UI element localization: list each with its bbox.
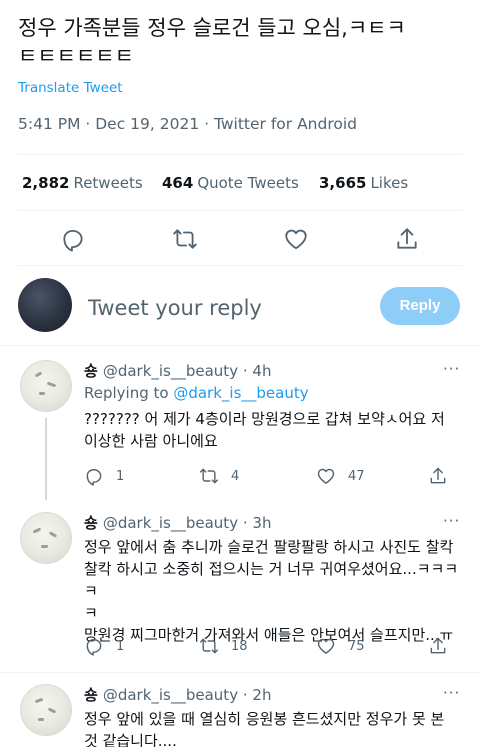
more-icon[interactable]: ··· xyxy=(443,512,460,530)
more-icon[interactable]: ··· xyxy=(443,360,460,378)
tweet-text-line: 정우 가족분들 정우 슬로건 들고 오심,ㅋㅌㅋ xyxy=(18,16,406,40)
likes-stat[interactable]: 3,665 Likes xyxy=(319,174,408,192)
reply-button[interactable]: Reply xyxy=(380,287,460,325)
reply-icon[interactable] xyxy=(60,226,86,252)
likes-label: Likes xyxy=(370,174,409,192)
reply-header: 숑 @dark_is__beauty · 3h xyxy=(84,512,271,533)
reply-like-button[interactable]: 47 xyxy=(316,466,365,486)
reply-author-handle[interactable]: @dark_is__beauty xyxy=(103,362,238,380)
reply-count: 1 xyxy=(116,639,125,654)
reply-like-button[interactable]: 75 xyxy=(316,636,365,656)
reply-tweet[interactable]: 숑 @dark_is__beauty · 2h ··· 정우 앞에 있을 때 열심… xyxy=(0,684,480,747)
reply-tweet[interactable]: 숑 @dark_is__beauty · 3h ··· 정우 앞에서 춤 추니까 … xyxy=(0,512,480,672)
retweet-count: 18 xyxy=(231,639,248,654)
like-icon xyxy=(317,638,335,654)
reply-share-button[interactable] xyxy=(428,466,448,486)
reply-text: ??????? 어 제가 4층이라 망원경으로 갑쳐 보약ㅅ어요 저 이상한 사… xyxy=(84,408,464,452)
reply-author-handle[interactable]: @dark_is__beauty xyxy=(103,686,238,704)
reply-author-handle[interactable]: @dark_is__beauty xyxy=(103,514,238,532)
divider xyxy=(0,345,480,346)
tweet-text-line: ㅌㅌㅌㅌㅌㅌ xyxy=(18,44,134,68)
retweets-label: Retweets xyxy=(73,174,143,192)
retweet-icon[interactable] xyxy=(172,226,198,252)
reply-input[interactable]: Tweet your reply xyxy=(88,296,262,320)
reply-text-line: ??????? 어 제가 4층이라 망원경으로 갑쳐 보약ㅅ어요 저 xyxy=(84,410,445,428)
reply-actions: 1 18 75 xyxy=(84,636,464,658)
more-icon[interactable]: ··· xyxy=(443,684,460,702)
avatar[interactable] xyxy=(20,360,72,412)
share-icon[interactable] xyxy=(394,226,420,252)
reply-text-line: 찰칵 하시고 소중히 접으시는 거 너무 귀여우셨어요...ㅋㅋㅋㅋ xyxy=(84,560,459,600)
reply-time[interactable]: · 4h xyxy=(243,362,272,380)
reply-header: 숑 @dark_is__beauty · 4h xyxy=(84,360,271,381)
replying-to-mention[interactable]: @dark_is__beauty xyxy=(173,384,308,402)
quote-tweets-label: Quote Tweets xyxy=(197,174,299,192)
like-icon[interactable] xyxy=(283,226,309,252)
reply-text: 정우 앞에 있을 때 열심히 응원봉 흔드셨지만 정우가 못 본 것 같습니다.… xyxy=(84,708,464,747)
reply-retweet-button[interactable]: 18 xyxy=(199,636,248,656)
retweets-stat[interactable]: 2,882 Retweets xyxy=(22,174,143,192)
reply-retweet-button[interactable]: 4 xyxy=(199,466,239,486)
avatar[interactable] xyxy=(20,512,72,564)
reply-text-line: 이상한 사람 아니에요 xyxy=(84,432,218,450)
reply-time[interactable]: · 3h xyxy=(243,514,272,532)
tweet-text: 정우 가족분들 정우 슬로건 들고 오심,ㅋㅌㅋ ㅌㅌㅌㅌㅌㅌ xyxy=(18,14,468,70)
reply-text-line: 것 같습니다.... xyxy=(84,732,177,747)
quote-tweets-stat[interactable]: 464 Quote Tweets xyxy=(162,174,299,192)
tweet-action-bar xyxy=(0,226,480,254)
reply-count: 1 xyxy=(116,469,125,484)
reply-icon xyxy=(86,639,102,656)
like-count: 47 xyxy=(348,469,365,484)
reply-actions: 1 4 47 xyxy=(84,466,464,488)
quote-tweets-count: 464 xyxy=(162,174,194,192)
compose-reply: Tweet your reply Reply xyxy=(0,278,480,338)
reply-tweet[interactable]: 숑 @dark_is__beauty · 4h ··· Replying to @… xyxy=(0,360,480,500)
divider xyxy=(18,265,462,266)
divider xyxy=(18,210,462,211)
reply-time[interactable]: · 2h xyxy=(243,686,272,704)
tweet-timestamp: 5:41 PM · Dec 19, 2021 · Twitter for And… xyxy=(18,115,358,133)
reply-text-line: 정우 앞에서 춤 추니까 슬로건 팔랑팔랑 하시고 사진도 찰칵 xyxy=(84,538,454,556)
translate-tweet-link[interactable]: Translate Tweet xyxy=(18,80,123,96)
reply-icon xyxy=(86,469,102,486)
reply-text-line: 정우 앞에 있을 때 열심히 응원봉 흔드셨지만 정우가 못 본 xyxy=(84,710,445,728)
replying-to-label: Replying to xyxy=(84,384,174,402)
like-count: 75 xyxy=(348,639,365,654)
share-icon xyxy=(430,467,446,484)
retweet-count: 4 xyxy=(231,469,240,484)
reply-author-name[interactable]: 숑 xyxy=(84,686,98,704)
reply-reply-button[interactable]: 1 xyxy=(84,636,124,656)
reply-text: 정우 앞에서 춤 추니까 슬로건 팔랑팔랑 하시고 사진도 찰칵 찰칵 하시고 … xyxy=(84,536,464,646)
divider xyxy=(0,672,480,673)
reply-share-button[interactable] xyxy=(428,636,448,656)
reply-header: 숑 @dark_is__beauty · 2h xyxy=(84,684,271,705)
reply-reply-button[interactable]: 1 xyxy=(84,466,124,486)
divider xyxy=(18,154,462,155)
share-icon xyxy=(430,637,446,654)
retweets-count: 2,882 xyxy=(22,174,70,192)
reply-author-name[interactable]: 숑 xyxy=(84,362,98,380)
thread-line xyxy=(45,418,47,500)
reply-text-line: ㅋ xyxy=(84,604,98,622)
reply-author-name[interactable]: 숑 xyxy=(84,514,98,532)
retweet-icon xyxy=(199,468,219,484)
like-icon xyxy=(317,468,335,484)
retweet-icon xyxy=(199,638,219,654)
avatar[interactable] xyxy=(20,684,72,736)
replying-to: Replying to @dark_is__beauty xyxy=(84,384,309,402)
likes-count: 3,665 xyxy=(319,174,367,192)
avatar xyxy=(18,278,72,332)
